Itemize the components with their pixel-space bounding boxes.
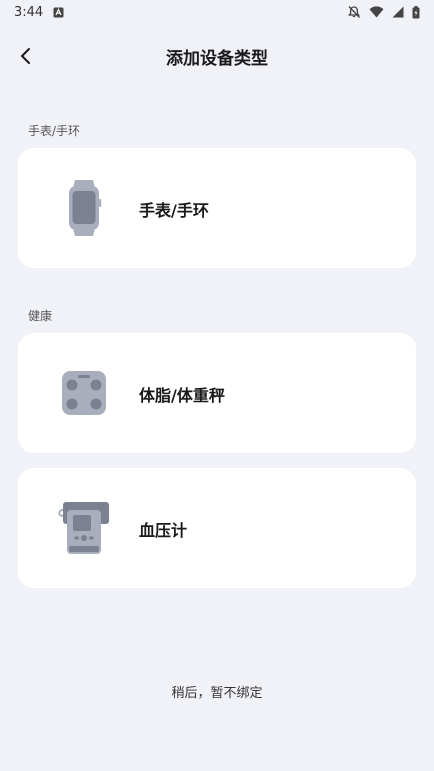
status-right (347, 5, 420, 19)
battery-icon (412, 5, 420, 19)
wifi-icon (369, 6, 384, 18)
signal-icon (392, 6, 404, 18)
app-bar: 添加设备类型 (0, 36, 434, 78)
device-type-card-body-scale[interactable]: 体脂/体重秤 (18, 333, 416, 453)
status-left: 3:44 (14, 5, 64, 20)
blood-pressure-monitor-icon (54, 498, 114, 558)
device-type-card-watch[interactable]: 手表/手环 (18, 148, 416, 268)
device-type-label: 手表/手环 (139, 201, 209, 220)
skip-binding-link[interactable]: 稍后，暂不绑定 (0, 682, 434, 701)
section-label-watch: 手表/手环 (28, 124, 81, 138)
status-time: 3:44 (14, 4, 44, 20)
smartwatch-icon (54, 178, 114, 238)
device-type-label: 血压计 (139, 521, 188, 540)
status-bar: 3:44 (0, 0, 434, 24)
notification-app-icon (53, 7, 64, 18)
page-title: 添加设备类型 (166, 49, 268, 69)
section-label-health: 健康 (28, 309, 53, 323)
body-scale-icon (54, 363, 114, 423)
device-type-card-blood-pressure[interactable]: 血压计 (18, 468, 416, 588)
device-type-label: 体脂/体重秤 (139, 386, 225, 405)
mute-icon (347, 5, 361, 19)
